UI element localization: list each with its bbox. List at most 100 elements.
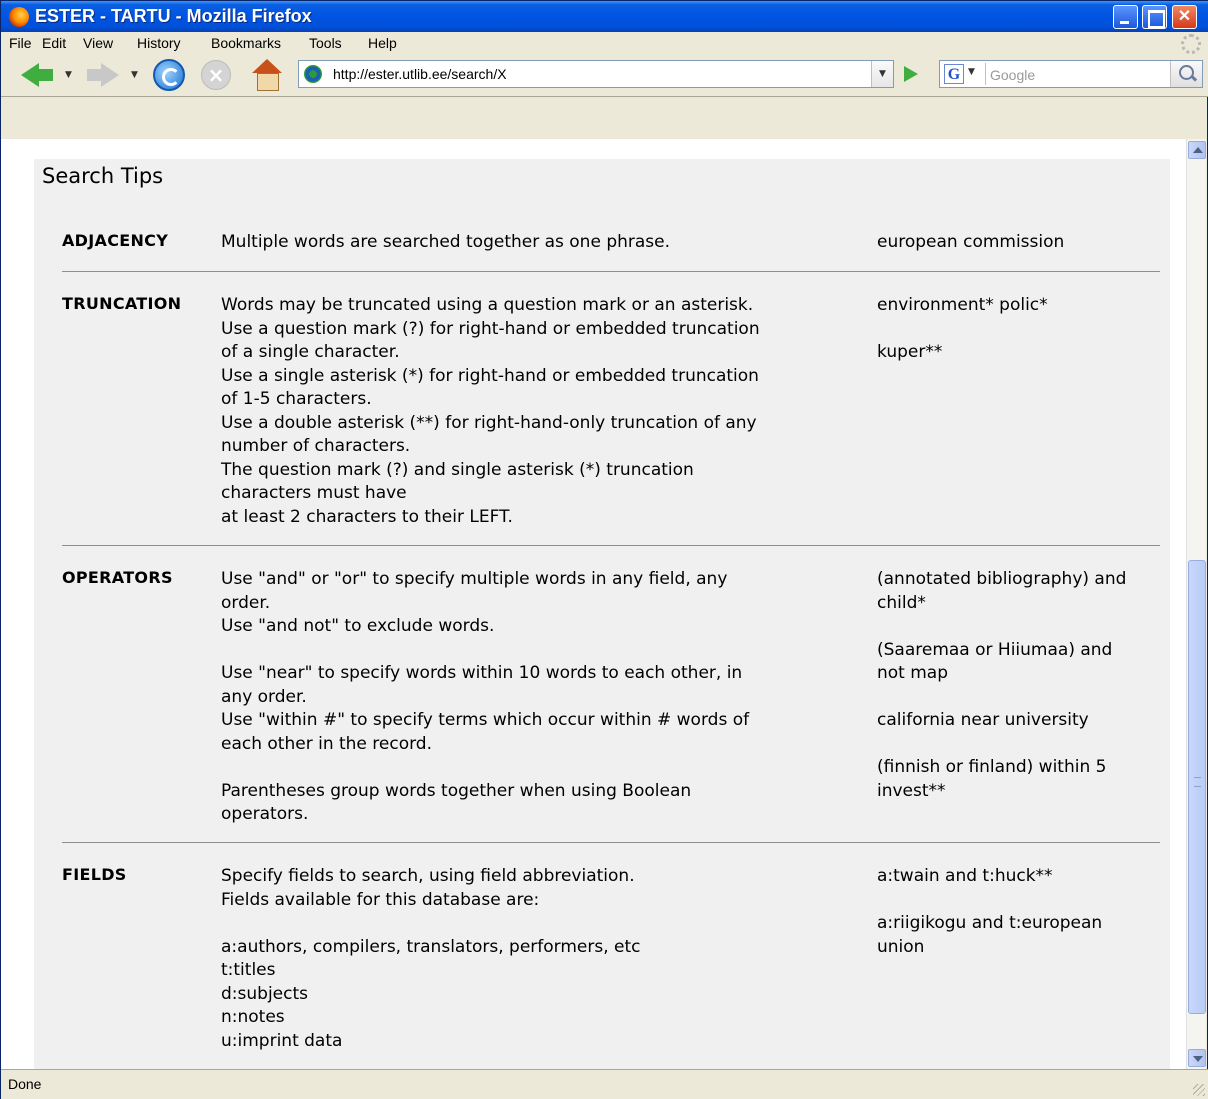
description-line: t:titles (221, 960, 276, 980)
search-icon[interactable] (1170, 61, 1202, 87)
page-content: Search Tips ADJACENCY Multiple words are… (1, 139, 1186, 1069)
menu-bookmarks[interactable]: Bookmarks (211, 35, 281, 51)
description-line: Specify fields to search, using field ab… (221, 866, 635, 886)
row-divider (62, 545, 1160, 546)
stop-button[interactable] (201, 60, 231, 90)
search-box[interactable]: G ▼ Google (939, 60, 1203, 88)
description-line: each other in the record. (221, 733, 433, 754)
row-divider (62, 842, 1160, 843)
example-line: a:twain and t:huck** (877, 866, 1053, 886)
description-line: Use "near" to specify words within 10 wo… (221, 663, 743, 683)
example-line: not map (877, 663, 949, 683)
menu-history[interactable]: History (137, 35, 181, 51)
menu-file[interactable]: File (9, 35, 32, 51)
example-line: a:riigikogu and t:european (877, 913, 1103, 933)
title-bar: ESTER - TARTU - Mozilla Firefox ✕ (1, 1, 1208, 32)
description-line: Use "and" or "or" to specify multiple wo… (221, 569, 728, 589)
description-gap (221, 639, 856, 663)
example-line: (annotated bibliography) and (877, 569, 1127, 589)
search-input[interactable]: Google (990, 67, 1035, 83)
google-icon: G (944, 64, 964, 84)
maximize-button[interactable] (1142, 5, 1167, 29)
browser-window: ESTER - TARTU - Mozilla Firefox ✕ File E… (0, 0, 1208, 1099)
example-line: child* (877, 592, 926, 613)
description-line: a:authors, compilers, translators, perfo… (221, 936, 641, 957)
forward-history-dropdown-icon[interactable]: ▼ (131, 70, 138, 80)
search-engine-selector[interactable]: G ▼ (942, 63, 986, 85)
description-line: any order. (221, 686, 307, 707)
url-history-dropdown-icon[interactable]: ▼ (871, 61, 893, 87)
activity-throbber-icon (1181, 34, 1201, 54)
menu-tools[interactable]: Tools (309, 35, 342, 51)
tip-examples: european commission (877, 231, 1167, 255)
firefox-logo-icon (9, 7, 29, 27)
menu-view[interactable]: View (83, 35, 113, 51)
site-favicon-icon (304, 65, 322, 83)
example-gap (877, 733, 1167, 757)
description-line: n:notes (221, 1007, 285, 1027)
example-gap (877, 615, 1167, 639)
scrollbar-thumb[interactable] (1188, 560, 1206, 1014)
minimize-icon (1114, 6, 1137, 28)
menu-help[interactable]: Help (368, 35, 397, 51)
example-gap (877, 686, 1167, 710)
tip-term: FIELDS (62, 865, 127, 884)
example-line: (finnish or finland) within 5 (877, 757, 1107, 777)
example-line: (Saaremaa or Hiiumaa) and (877, 639, 1113, 660)
example-gap (877, 889, 1167, 913)
description-line: Use a double asterisk (**) for right-han… (221, 412, 757, 433)
description-line: Fields available for this database are: (221, 889, 540, 910)
tip-description: Use "and" or "or" to specify multiple wo… (221, 568, 856, 827)
example-line: environment* polic* (877, 295, 1048, 315)
minimize-button[interactable] (1113, 5, 1138, 29)
tip-term: ADJACENCY (62, 231, 169, 250)
url-text[interactable]: http://ester.utlib.ee/search/X (333, 66, 507, 82)
tip-description: Specify fields to search, using field ab… (221, 865, 856, 1053)
description-line: Use "within #" to specify terms which oc… (221, 710, 750, 730)
description-line: Words may be truncated using a question … (221, 295, 754, 315)
close-button[interactable]: ✕ (1172, 5, 1197, 29)
scroll-up-button[interactable] (1188, 141, 1206, 159)
description-line: u:imprint data (221, 1030, 343, 1051)
back-history-dropdown-icon[interactable]: ▼ (65, 70, 72, 80)
example-gap (877, 318, 1167, 342)
description-line: Use "and not" to exclude words. (221, 616, 495, 636)
status-text: Done (8, 1076, 42, 1092)
description-line: of 1-5 characters. (221, 389, 372, 409)
row-divider (62, 271, 1160, 272)
back-button[interactable] (21, 60, 55, 90)
reload-button[interactable] (153, 59, 185, 91)
description-line: order. (221, 592, 271, 613)
scroll-down-button[interactable] (1188, 1049, 1206, 1067)
page-title: Search Tips (42, 164, 164, 188)
description-line: at least 2 characters to their LEFT. (221, 506, 513, 527)
tip-examples: a:twain and t:huck** a:riigikogu and t:e… (877, 865, 1167, 959)
menu-edit[interactable]: Edit (42, 35, 66, 51)
forward-button[interactable] (87, 60, 121, 90)
home-button[interactable] (251, 59, 283, 91)
description-line: Parentheses group words together when us… (221, 780, 692, 801)
maximize-icon (1143, 6, 1166, 28)
example-line: california near university (877, 710, 1089, 730)
description-gap (221, 912, 856, 936)
vertical-scrollbar[interactable] (1186, 139, 1206, 1069)
resize-grip-icon[interactable] (1193, 1084, 1205, 1096)
tip-description: Words may be truncated using a question … (221, 294, 856, 529)
tip-examples: environment* polic* kuper** (877, 294, 1167, 365)
status-bar: Done (1, 1069, 1208, 1099)
example-line: invest** (877, 780, 946, 801)
description-line: operators. (221, 804, 309, 824)
chevron-down-icon: ▼ (968, 67, 975, 77)
address-bar[interactable]: http://ester.utlib.ee/search/X ▼ (298, 60, 894, 88)
go-button[interactable] (896, 61, 926, 87)
tip-examples: (annotated bibliography) and child* (Saa… (877, 568, 1167, 803)
example-line: union (877, 936, 925, 957)
description-line: Use a question mark (?) for right-hand o… (221, 318, 760, 339)
description-line: number of characters. (221, 436, 411, 456)
menu-bar: File Edit View History Bookmarks Tools H… (1, 32, 1208, 54)
example-line: european commission (877, 232, 1065, 252)
tip-description: Multiple words are searched together as … (221, 231, 856, 255)
description-line: Use a single asterisk (*) for right-hand… (221, 365, 759, 386)
example-line: kuper** (877, 342, 943, 362)
tip-term: TRUNCATION (62, 294, 182, 313)
